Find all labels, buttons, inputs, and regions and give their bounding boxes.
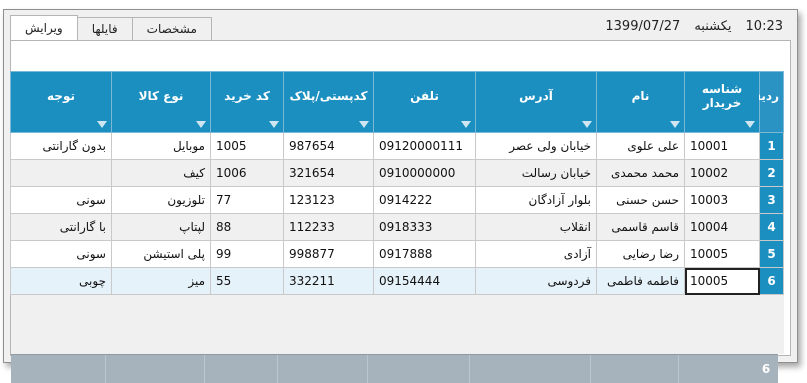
footer-row-count: 6 — [754, 355, 778, 383]
table-row[interactable]: 2 10002 محمد محمدی خیابان رسالت 09100000… — [10, 159, 784, 187]
header-name[interactable]: نام — [596, 71, 685, 133]
footer-cell — [204, 355, 278, 383]
cell-product-type[interactable]: پلی استیشن — [111, 240, 211, 268]
header-product-type[interactable]: نوع کالا — [111, 71, 211, 133]
header-note[interactable]: توجه — [10, 71, 112, 133]
footer-cell — [590, 355, 679, 383]
footer-cell — [367, 355, 470, 383]
row-number[interactable]: 1 — [759, 132, 784, 160]
cell-postal[interactable]: 998877 — [283, 240, 374, 268]
cell-name[interactable]: علی علوی — [596, 132, 685, 160]
header-postal[interactable]: کدپستی/پلاک — [283, 71, 374, 133]
footer-cell — [469, 355, 591, 383]
cell-postal[interactable]: 332211 — [283, 267, 374, 295]
cell-phone[interactable]: 09154444 — [373, 267, 476, 295]
row-number[interactable]: 3 — [759, 186, 784, 214]
clock-time: 10:23 — [745, 19, 783, 34]
cell-address[interactable]: خیابان ولی عصر — [475, 132, 597, 160]
cell-buyer-id[interactable]: 10003 — [684, 186, 760, 214]
cell-phone[interactable]: 0910000000 — [373, 159, 476, 187]
cell-purchase-code[interactable]: 88 — [210, 213, 284, 241]
tab-properties[interactable]: مشخصات — [131, 17, 212, 40]
filter-icon[interactable] — [582, 121, 592, 128]
cell-name[interactable]: حسن حسنی — [596, 186, 685, 214]
row-number[interactable]: 6 — [759, 267, 784, 295]
cell-phone[interactable]: 09120000111 — [373, 132, 476, 160]
tab-edit[interactable]: ویرایش — [10, 15, 78, 40]
footer-cell — [678, 355, 754, 383]
cell-address[interactable]: فردوسی — [475, 267, 597, 295]
filter-icon[interactable] — [196, 121, 206, 128]
cell-product-type[interactable]: تلوزیون — [111, 186, 211, 214]
cell-purchase-code[interactable]: 1006 — [210, 159, 284, 187]
cell-note[interactable]: سونی — [10, 186, 112, 214]
cell-buyer-id[interactable]: 10004 — [684, 213, 760, 241]
filter-icon[interactable] — [97, 121, 107, 128]
cell-address[interactable]: آزادی — [475, 240, 597, 268]
weekday: یکشنبه — [694, 19, 732, 34]
cell-product-type[interactable]: کیف — [111, 159, 211, 187]
cell-address[interactable]: بلوار آزادگان — [475, 186, 597, 214]
cell-note[interactable]: سونی — [10, 240, 112, 268]
table-row[interactable]: 3 10003 حسن حسنی بلوار آزادگان 0914222 1… — [10, 186, 784, 214]
tab-bar: ویرایش فایلها مشخصات — [10, 15, 212, 40]
cell-note[interactable]: بدون گارانتی — [10, 132, 112, 160]
cell-note[interactable]: چوبی — [10, 267, 112, 295]
cell-purchase-code[interactable]: 99 — [210, 240, 284, 268]
row-number[interactable]: 5 — [759, 240, 784, 268]
cell-name[interactable]: رضا رضایی — [596, 240, 685, 268]
cell-product-type[interactable]: لپتاپ — [111, 213, 211, 241]
cell-postal[interactable]: 321654 — [283, 159, 374, 187]
cell-product-type[interactable]: موبایل — [111, 132, 211, 160]
date: 1399/07/27 — [605, 19, 681, 34]
table-row[interactable]: 5 10005 رضا رضایی آزادی 0917888 998877 9… — [10, 240, 784, 268]
summary-footer: 6 — [11, 354, 778, 383]
grid-table: ردیف شناسه خریدار نام آدرس تلفن کدپستی/پ… — [10, 71, 784, 295]
filter-icon[interactable] — [269, 121, 279, 128]
cell-product-type[interactable]: میز — [111, 267, 211, 295]
cell-purchase-code[interactable]: 1005 — [210, 132, 284, 160]
filter-icon[interactable] — [359, 121, 369, 128]
cell-phone[interactable]: 0918333 — [373, 213, 476, 241]
filter-icon[interactable] — [745, 121, 755, 128]
cell-note[interactable] — [10, 159, 112, 187]
table-row[interactable]: 4 10004 قاسم قاسمی انقلاب 0918333 112233… — [10, 213, 784, 241]
window-frame: ویرایش فایلها مشخصات 10:23 یکشنبه 1399/07/… — [3, 9, 798, 383]
tab-files[interactable]: فایلها — [76, 17, 133, 40]
row-number[interactable]: 2 — [759, 159, 784, 187]
cell-buyer-id[interactable]: 10005 — [684, 240, 760, 268]
datetime-display: 10:23 یکشنبه 1399/07/27 — [605, 19, 783, 34]
table-row-selected[interactable]: 6 10005 فاطمه فاطمی فردوسی 09154444 3322… — [10, 267, 784, 295]
cell-name[interactable]: محمد محمدی — [596, 159, 685, 187]
cell-purchase-code[interactable]: 77 — [210, 186, 284, 214]
cell-buyer-id-active[interactable]: 10005 — [684, 267, 760, 295]
table-row[interactable]: 1 10001 علی علوی خیابان ولی عصر 09120000… — [10, 132, 784, 160]
cell-postal[interactable]: 987654 — [283, 132, 374, 160]
cell-postal[interactable]: 112233 — [283, 213, 374, 241]
header-row-number: ردیف — [747, 71, 784, 133]
cell-buyer-id[interactable]: 10001 — [684, 132, 760, 160]
tab-panel: ردیف شناسه خریدار نام آدرس تلفن کدپستی/پ… — [10, 40, 791, 383]
header-row: ردیف شناسه خریدار نام آدرس تلفن کدپستی/پ… — [10, 71, 784, 133]
row-number[interactable]: 4 — [759, 213, 784, 241]
cell-purchase-code[interactable]: 55 — [210, 267, 284, 295]
cell-address[interactable]: انقلاب — [475, 213, 597, 241]
header-buyer-id[interactable]: شناسه خریدار — [684, 71, 760, 133]
footer-cell — [105, 355, 205, 383]
header-address[interactable]: آدرس — [475, 71, 597, 133]
filter-icon[interactable] — [461, 121, 471, 128]
cell-phone[interactable]: 0914222 — [373, 186, 476, 214]
filter-icon[interactable] — [670, 121, 680, 128]
cell-name[interactable]: قاسم قاسمی — [596, 213, 685, 241]
cell-phone[interactable]: 0917888 — [373, 240, 476, 268]
cell-note[interactable]: با گارانتی — [10, 213, 112, 241]
cell-address[interactable]: خیابان رسالت — [475, 159, 597, 187]
data-grid: ردیف شناسه خریدار نام آدرس تلفن کدپستی/پ… — [10, 71, 784, 383]
cell-postal[interactable]: 123123 — [283, 186, 374, 214]
cell-name[interactable]: فاطمه فاطمی — [596, 267, 685, 295]
header-phone[interactable]: تلفن — [373, 71, 476, 133]
cell-buyer-id[interactable]: 10002 — [684, 159, 760, 187]
header-purchase-code[interactable]: کد خرید — [210, 71, 284, 133]
footer-cell — [277, 355, 368, 383]
